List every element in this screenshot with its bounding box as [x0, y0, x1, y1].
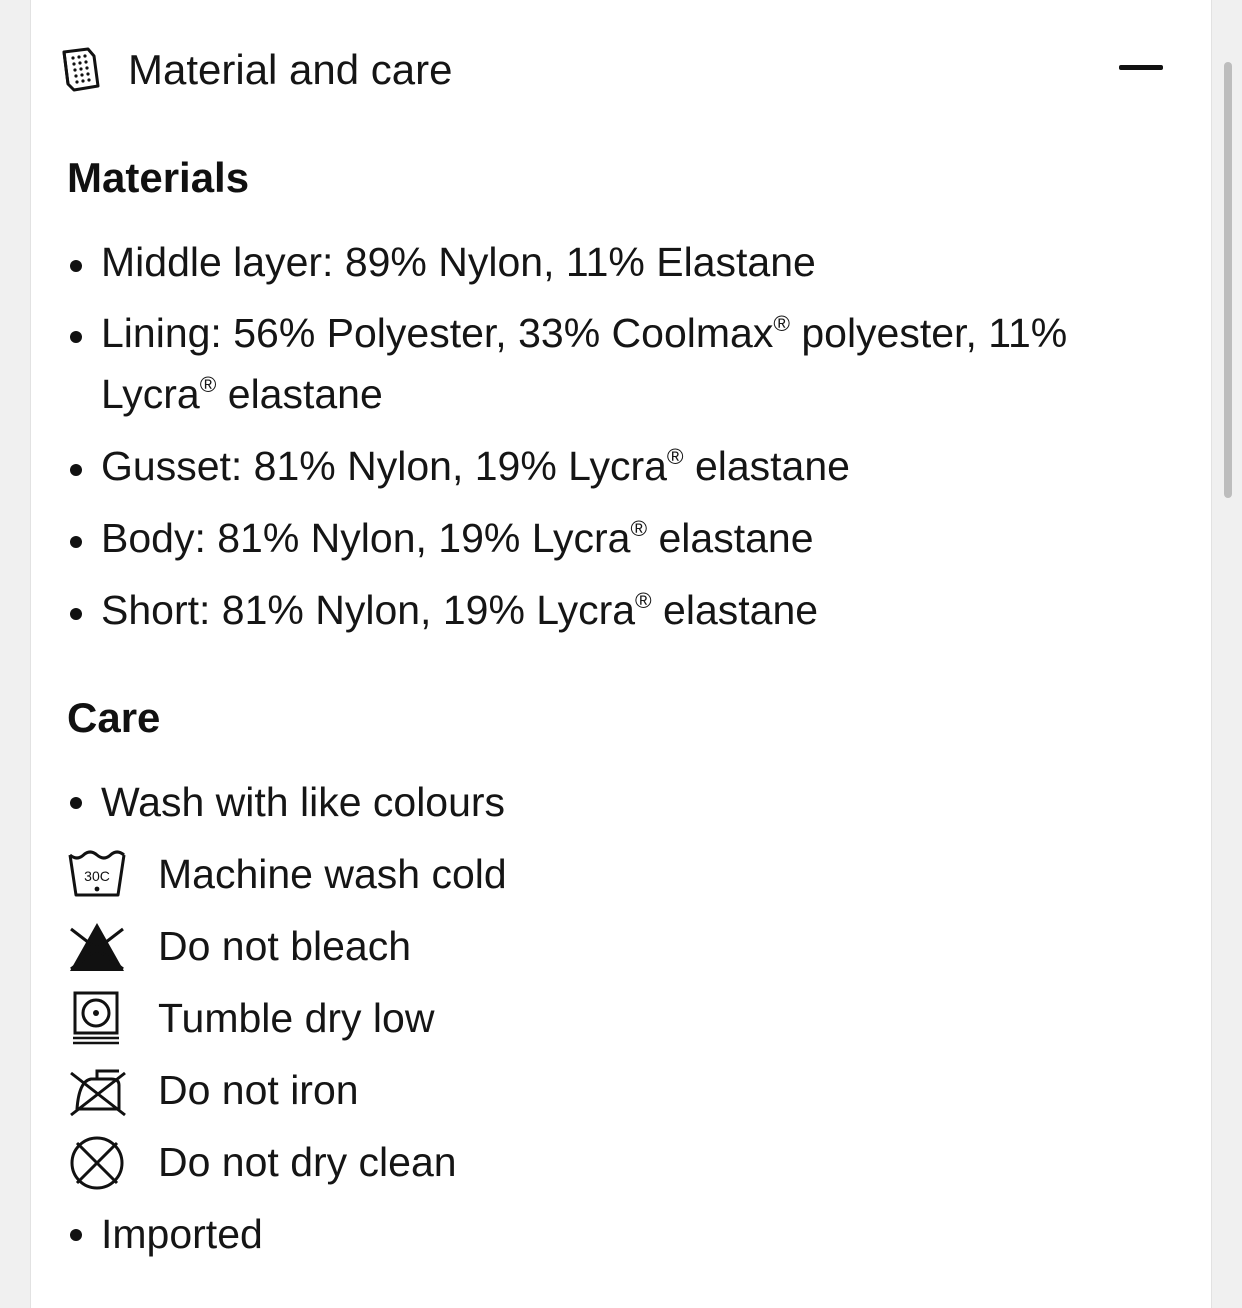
do-not-dry-clean-icon	[70, 1136, 124, 1190]
bullet-icon	[70, 260, 82, 272]
material-care-accordion: Material and care Materials Middle layer…	[30, 0, 1212, 1308]
care-item: Do not bleach	[67, 915, 1067, 977]
scrollbar-thumb[interactable]	[1224, 62, 1232, 498]
machine-wash-30c-icon: 30C	[68, 850, 126, 897]
materials-list: Middle layer: 89% Nylon, 11% Elastane Li…	[67, 232, 1157, 641]
do-not-iron-icon	[70, 1069, 126, 1117]
care-item: Do not dry clean	[67, 1131, 1067, 1193]
list-item: Short: 81% Nylon, 19% Lycra® elastane	[67, 580, 1157, 641]
list-item: Body: 81% Nylon, 19% Lycra® elastane	[67, 508, 1157, 569]
bullet-icon	[70, 331, 82, 343]
care-item: 30C Machine wash cold	[67, 843, 1067, 905]
care-item: Tumble dry low	[67, 987, 1067, 1049]
bullet-icon	[70, 797, 82, 809]
minus-icon	[1119, 65, 1163, 70]
bullet-icon	[70, 1229, 82, 1241]
list-item: Gusset: 81% Nylon, 19% Lycra® elastane	[67, 436, 1157, 497]
list-item: Middle layer: 89% Nylon, 11% Elastane	[67, 232, 1157, 293]
bullet-icon	[70, 464, 82, 476]
materials-heading: Materials	[67, 154, 250, 201]
accordion-title: Material and care	[128, 46, 453, 93]
list-item: Lining: 56% Polyester, 33% Coolmax® poly…	[67, 303, 1157, 425]
bullet-icon	[70, 608, 82, 620]
care-item: Imported	[67, 1203, 1067, 1265]
bullet-icon	[70, 536, 82, 548]
care-heading: Care	[67, 694, 161, 741]
fabric-swatch-icon	[62, 47, 100, 92]
svg-text:30C: 30C	[84, 868, 110, 884]
tumble-dry-low-icon	[73, 991, 119, 1045]
care-item: Wash with like colours	[67, 771, 1067, 833]
collapse-button[interactable]	[1111, 46, 1171, 90]
do-not-bleach-icon	[70, 923, 124, 971]
accordion-header[interactable]: Material and care	[31, 0, 1211, 140]
care-item: Do not iron	[67, 1059, 1067, 1121]
